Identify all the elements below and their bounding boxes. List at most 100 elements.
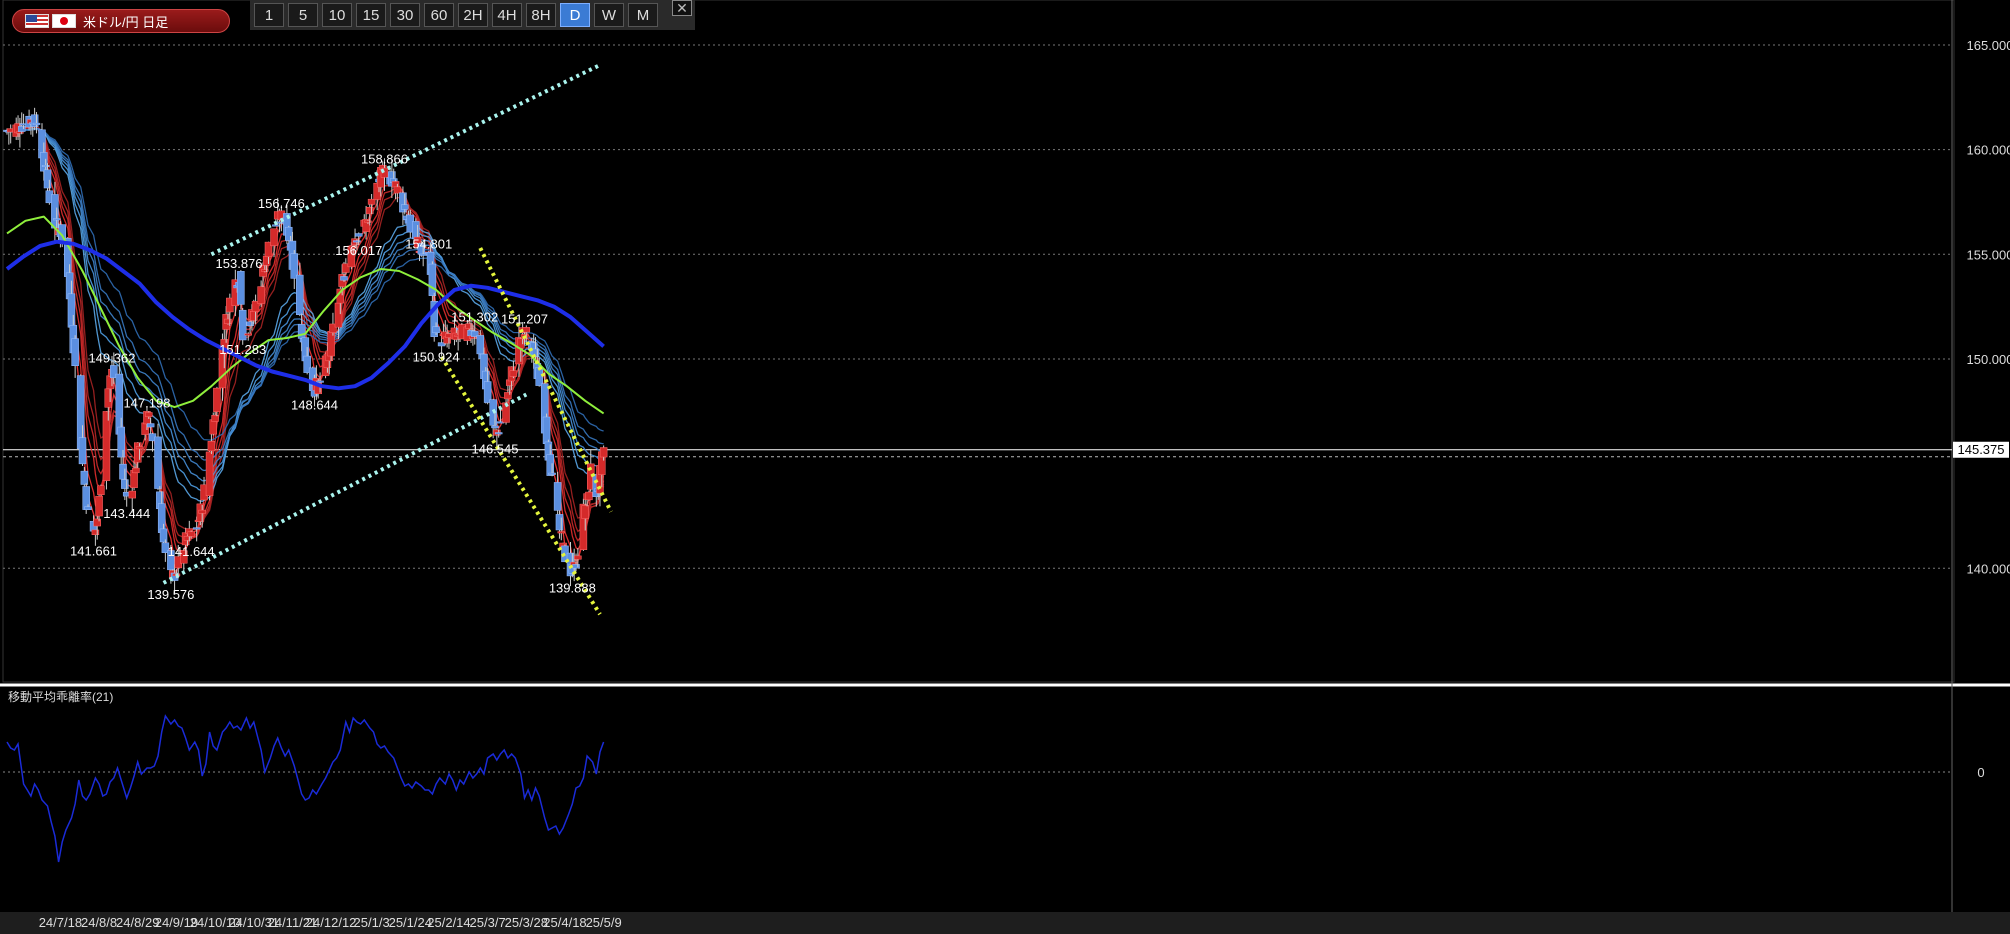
timeframe-toolbar: 1 5 10 15 30 60 2H 4H 8H D W M bbox=[250, 0, 695, 30]
timeframe-button-15[interactable]: 15 bbox=[356, 3, 386, 27]
time-tick-label: 24/7/18 bbox=[39, 915, 82, 930]
candle-bull bbox=[128, 490, 136, 499]
candle-bull bbox=[327, 330, 335, 357]
timeframe-button-10[interactable]: 10 bbox=[322, 3, 352, 27]
candle-bear bbox=[428, 263, 437, 296]
pivot-label: 151.302 bbox=[451, 310, 498, 325]
candle-bull bbox=[599, 447, 608, 458]
candle-bear bbox=[52, 218, 61, 221]
current-price-label: 145.375 bbox=[1958, 442, 2005, 457]
pivot-label: 150.924 bbox=[413, 350, 460, 365]
pivot-label: 158.866 bbox=[361, 151, 408, 166]
candle-bear bbox=[80, 470, 89, 485]
candle-bull bbox=[91, 529, 100, 535]
candle-bear bbox=[290, 253, 299, 279]
candle-bear bbox=[548, 472, 556, 475]
pivot-label: 141.661 bbox=[70, 543, 117, 558]
candle-bear bbox=[121, 479, 129, 489]
candle-bull bbox=[102, 411, 111, 481]
price-tick-label: 160.000 bbox=[1967, 143, 2010, 158]
oscillator-title: 移動平均乖離率(21) bbox=[8, 689, 113, 704]
timeframe-button-4h[interactable]: 4H bbox=[492, 3, 522, 27]
timeframe-button-monthly[interactable]: M bbox=[628, 3, 658, 27]
pivot-label: 149.362 bbox=[88, 350, 135, 365]
timeframe-button-60[interactable]: 60 bbox=[424, 3, 454, 27]
time-tick-label: 25/2/14 bbox=[427, 915, 470, 930]
candle-bear bbox=[84, 506, 92, 510]
candle-bear bbox=[284, 226, 293, 241]
time-tick-label: 25/5/9 bbox=[586, 915, 622, 930]
candle-bear bbox=[67, 293, 76, 328]
candle-bear bbox=[146, 423, 155, 428]
pivot-label: 156.746 bbox=[258, 196, 305, 211]
candle-bear bbox=[546, 454, 554, 476]
candle-bull bbox=[95, 495, 103, 517]
symbol-badge[interactable]: 米ドル/円 日足 bbox=[12, 9, 230, 33]
candle-bear bbox=[419, 253, 427, 256]
candle-bear bbox=[71, 338, 79, 367]
candle-bear bbox=[41, 164, 50, 167]
candle-bull bbox=[262, 255, 271, 266]
time-tick-label: 24/8/8 bbox=[81, 915, 117, 930]
main-chart-panel[interactable] bbox=[2, 0, 1955, 683]
timeframe-button-1[interactable]: 1 bbox=[254, 3, 284, 27]
japan-flag-icon bbox=[52, 14, 76, 28]
candle-bull bbox=[183, 535, 192, 541]
pivot-label: 153.876 bbox=[216, 256, 263, 271]
time-tick-label: 24/12/12 bbox=[306, 915, 357, 930]
candle-bull bbox=[93, 518, 101, 527]
timeframe-button-30[interactable]: 30 bbox=[390, 3, 420, 27]
candle-bull bbox=[97, 485, 105, 495]
timeframe-button-daily[interactable]: D bbox=[560, 3, 590, 27]
candle-bull bbox=[581, 505, 589, 519]
candle-bear bbox=[353, 240, 361, 243]
candle-bull bbox=[213, 387, 221, 412]
candle-bull bbox=[366, 207, 374, 215]
candle-bull bbox=[244, 333, 252, 336]
candle-bear bbox=[572, 564, 580, 569]
candle-bull bbox=[198, 509, 206, 514]
candle-bull bbox=[104, 388, 113, 408]
candle-bull bbox=[224, 318, 232, 324]
candle-bull bbox=[250, 310, 258, 321]
candle-bull bbox=[522, 327, 531, 333]
candle-bear bbox=[354, 233, 363, 237]
candle-bear bbox=[43, 169, 52, 189]
pivot-label: 151.207 bbox=[501, 312, 548, 327]
pivot-label: 156.017 bbox=[335, 243, 382, 258]
price-tick-label: 155.000 bbox=[1967, 247, 2010, 262]
time-axis: 24/7/1824/8/824/8/2924/9/1924/10/1024/10… bbox=[39, 915, 622, 930]
candle-bear bbox=[51, 194, 59, 229]
candle-bull bbox=[393, 186, 402, 194]
candle-bull bbox=[391, 181, 400, 188]
candle-bull bbox=[364, 220, 372, 223]
candle-bull bbox=[334, 302, 343, 328]
candle-bear bbox=[553, 482, 562, 511]
time-tick-label: 24/8/29 bbox=[116, 915, 159, 930]
time-tick-label: 25/1/24 bbox=[389, 915, 432, 930]
timeframe-button-2h[interactable]: 2H bbox=[458, 3, 488, 27]
candle-bull bbox=[257, 286, 265, 304]
timeframe-button-weekly[interactable]: W bbox=[594, 3, 624, 27]
candle-bear bbox=[296, 274, 304, 316]
pivot-label: 148.644 bbox=[291, 397, 338, 412]
candle-bear bbox=[297, 324, 306, 339]
candle-bear bbox=[476, 335, 485, 355]
chart-area[interactable]: 141.661 149.362 143.444 147.198 139.576 141.6… bbox=[0, 0, 2010, 934]
candle-bull bbox=[209, 419, 217, 435]
time-tick-label: 25/4/18 bbox=[543, 915, 586, 930]
candle-bull bbox=[367, 198, 376, 205]
candle-bear bbox=[238, 309, 247, 341]
candle-bear bbox=[154, 436, 162, 489]
candle-bear bbox=[157, 503, 166, 533]
candle-bear bbox=[542, 416, 551, 444]
timeframe-button-8h[interactable]: 8H bbox=[526, 3, 556, 27]
candle-bear bbox=[78, 437, 87, 465]
pivot-label: 147.198 bbox=[123, 396, 170, 411]
time-tick-label: 25/3/28 bbox=[505, 915, 548, 930]
close-icon[interactable]: ✕ bbox=[672, 0, 692, 16]
candle-bear bbox=[119, 463, 127, 480]
candle-bull bbox=[585, 491, 593, 501]
candle-bear bbox=[316, 380, 324, 383]
timeframe-button-5[interactable]: 5 bbox=[288, 3, 318, 27]
